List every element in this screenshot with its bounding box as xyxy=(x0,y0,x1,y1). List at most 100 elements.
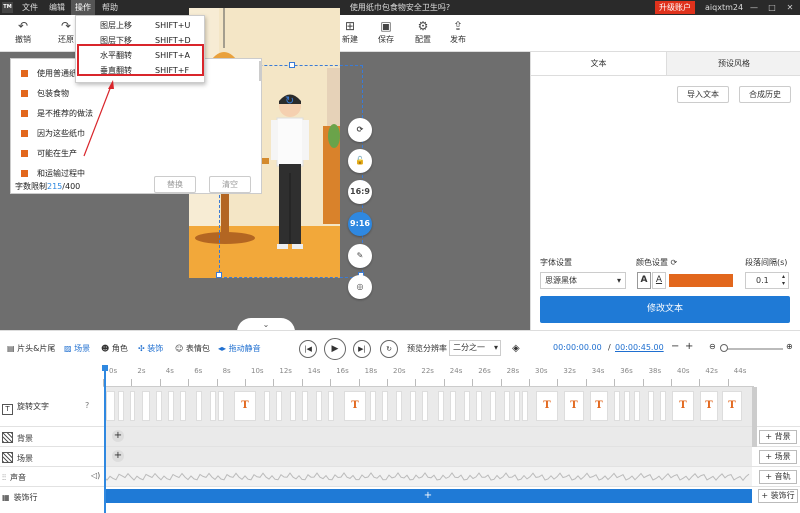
text-track-lane[interactable]: TTTTTTTT xyxy=(104,387,752,426)
text-clip[interactable] xyxy=(290,391,296,421)
menu-help[interactable]: 帮助 xyxy=(98,0,122,15)
save-button[interactable]: ▣ 保存 xyxy=(369,19,403,45)
text-clip[interactable] xyxy=(490,391,496,421)
audio-track-lane[interactable] xyxy=(103,467,752,486)
tool-intro-outro[interactable]: ▤ 片头&片尾 xyxy=(7,343,55,354)
close-icon[interactable]: ✕ xyxy=(782,0,798,15)
color-swatch[interactable] xyxy=(669,274,733,287)
text-clip[interactable]: T xyxy=(536,391,558,421)
minimize-icon[interactable]: — xyxy=(746,0,762,15)
modify-text-button[interactable]: 修改文本 xyxy=(540,296,790,323)
background-track-lane[interactable]: + xyxy=(104,427,752,446)
list-scrollbar[interactable] xyxy=(259,61,262,81)
refresh-icon[interactable]: ⟳ xyxy=(671,258,678,267)
unlock-icon[interactable]: 🔓 xyxy=(348,149,372,173)
text-clip[interactable] xyxy=(614,391,620,421)
add-audio-button[interactable]: + 音轨 xyxy=(759,470,797,484)
help-icon[interactable]: ? xyxy=(85,401,89,410)
config-button[interactable]: ⚙ 配置 xyxy=(406,19,440,45)
scene-track-lane[interactable]: + xyxy=(104,447,752,466)
menu-operate[interactable]: 操作 xyxy=(71,0,95,15)
username[interactable]: aiqxtm24 xyxy=(705,0,743,15)
list-item[interactable]: 和运输过程中 xyxy=(21,167,85,181)
text-clip[interactable] xyxy=(316,391,322,421)
add-decoration-row-button[interactable]: + 装饰行 xyxy=(758,489,798,503)
text-clip[interactable] xyxy=(396,391,402,421)
resize-handle[interactable] xyxy=(216,272,222,278)
rotate-handle-icon[interactable]: ↻ xyxy=(285,94,294,107)
text-clip[interactable] xyxy=(156,391,162,421)
playhead[interactable] xyxy=(102,365,108,513)
undo-button[interactable]: ↶ 撤销 xyxy=(6,19,40,45)
stepper-icon[interactable]: ▴ ▾ xyxy=(782,273,785,287)
replace-button[interactable]: 替换 xyxy=(154,176,196,193)
text-clip[interactable] xyxy=(142,391,150,421)
publish-button[interactable]: ⇪ 发布 xyxy=(441,19,475,45)
add-background-icon[interactable]: + xyxy=(112,430,124,442)
text-clip[interactable] xyxy=(410,391,416,421)
list-item[interactable]: 可能在生产 xyxy=(21,147,77,161)
decoration-track-bar[interactable]: + xyxy=(104,489,752,503)
text-clip[interactable] xyxy=(328,391,334,421)
text-clip[interactable] xyxy=(422,391,428,421)
import-text-button[interactable]: 导入文本 xyxy=(677,86,729,103)
menu-item-layer-up[interactable]: 图层上移 SHIFT+U xyxy=(76,18,204,33)
text-clip[interactable] xyxy=(438,391,444,421)
list-item[interactable]: 包装食物 xyxy=(21,87,69,101)
ratio-16-9-button[interactable]: 16:9 xyxy=(348,180,372,204)
text-clip[interactable] xyxy=(522,391,528,421)
text-clip[interactable]: T xyxy=(672,391,694,421)
replace-role-icon[interactable]: ⟳ xyxy=(348,118,372,142)
timeline-ruler[interactable]: 0s 2s 4s 6s 8s 10s 12s 14s 16s 18s 20s 22s 24s 26s 28s… xyxy=(103,365,754,387)
text-clip[interactable] xyxy=(450,391,456,421)
text-clip[interactable] xyxy=(106,391,115,421)
zoom-in-icon[interactable]: ⊕ xyxy=(786,342,793,351)
skip-start-icon[interactable]: |◀ xyxy=(299,340,317,358)
text-clip[interactable]: T xyxy=(344,391,366,421)
text-clip[interactable] xyxy=(218,391,224,421)
add-background-button[interactable]: + 背景 xyxy=(759,430,797,444)
add-scene-icon[interactable]: + xyxy=(112,450,124,462)
minus-icon[interactable]: − xyxy=(671,341,679,352)
text-clip[interactable] xyxy=(382,391,388,421)
tool-emoji[interactable]: ☺ 表情包 xyxy=(175,343,210,354)
text-clip[interactable]: T xyxy=(700,391,718,421)
tool-role[interactable]: ☻ 角色 xyxy=(101,343,128,354)
add-decoration-icon[interactable]: + xyxy=(424,490,432,501)
text-clip[interactable] xyxy=(464,391,470,421)
text-clip[interactable] xyxy=(118,391,124,421)
skip-end-icon[interactable]: ▶| xyxy=(353,340,371,358)
plus-icon[interactable]: + xyxy=(685,341,693,352)
text-clip[interactable] xyxy=(168,391,174,421)
text-clip[interactable] xyxy=(504,391,510,421)
font-color-a-icon[interactable]: A xyxy=(637,272,651,289)
font-outline-a-icon[interactable]: A xyxy=(652,272,666,289)
text-clip[interactable] xyxy=(660,391,666,421)
menu-edit[interactable]: 编辑 xyxy=(45,0,69,15)
resize-handle[interactable] xyxy=(289,62,295,68)
resolution-select[interactable]: 二分之一 ▾ xyxy=(449,340,501,356)
text-clip[interactable] xyxy=(514,391,520,421)
volume-icon[interactable]: ◁) xyxy=(91,471,100,480)
text-clip[interactable] xyxy=(476,391,482,421)
text-clip[interactable] xyxy=(370,391,376,421)
text-clip[interactable] xyxy=(302,391,308,421)
timeline-scrollbar[interactable] xyxy=(752,387,757,447)
text-clip[interactable] xyxy=(264,391,270,421)
zoom-out-icon[interactable]: ⊖ xyxy=(709,342,716,351)
text-clip[interactable] xyxy=(648,391,654,421)
tab-preset-style[interactable]: 预设风格 xyxy=(666,52,800,76)
list-item[interactable]: 因为这些纸巾 xyxy=(21,127,85,141)
text-clip[interactable]: T xyxy=(590,391,608,421)
spacing-input[interactable]: 0.1 ▴ ▾ xyxy=(745,272,789,289)
time-total[interactable]: 00:00:45.00 xyxy=(615,343,664,352)
play-icon[interactable]: ▶ xyxy=(324,338,346,360)
text-clip[interactable] xyxy=(180,391,186,421)
tool-drag-mute[interactable]: ◂▸ 拖动静音 xyxy=(218,343,261,354)
zoom-slider[interactable] xyxy=(720,344,783,352)
text-clip[interactable] xyxy=(210,391,216,421)
tool-decoration[interactable]: ✣ 装饰 xyxy=(138,343,163,354)
text-clip[interactable]: T xyxy=(722,391,742,421)
text-clip[interactable] xyxy=(130,391,135,421)
text-clip[interactable]: T xyxy=(564,391,584,421)
